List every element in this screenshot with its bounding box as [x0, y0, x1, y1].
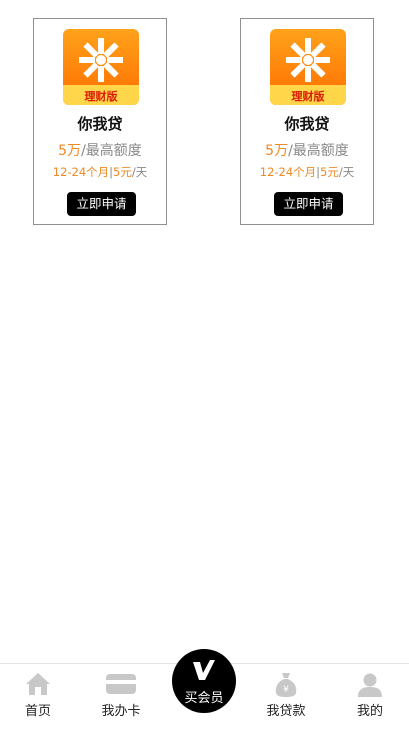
product-card[interactable]: 理财版 你我贷 5万/最高额度 12-24个月|5元/天 立即申请: [33, 18, 167, 225]
amount-label: /最高额度: [81, 143, 142, 159]
max-amount: 5万/最高额度: [241, 140, 373, 160]
tab-mine[interactable]: 我的: [335, 664, 405, 732]
vip-button[interactable]: 买会员: [172, 649, 236, 713]
term-value: 12-24个月: [259, 165, 317, 179]
product-name: 你我贷: [77, 115, 123, 133]
money-bag-icon: ¥: [275, 673, 297, 697]
product-logo: 理财版: [270, 29, 346, 105]
amount-value: 5万: [265, 143, 289, 159]
product-name: 你我贷: [284, 115, 330, 133]
amount-label: /最高额度: [288, 143, 349, 159]
tab-card[interactable]: 我办卡: [86, 664, 156, 732]
vip-label: 买会员: [184, 691, 224, 706]
amount-value: 5万: [58, 143, 82, 159]
tab-home[interactable]: 首页: [3, 664, 73, 732]
term-value: 12-24个月: [52, 165, 110, 179]
tab-loan-label: 我贷款: [266, 704, 306, 719]
loan-terms: 12-24个月|5元/天: [241, 164, 373, 180]
user-icon: [358, 673, 382, 697]
tab-loan[interactable]: ¥ 我贷款: [251, 664, 321, 732]
rate-value: 5元: [113, 165, 132, 179]
tab-mine-label: 我的: [356, 704, 383, 719]
rate-unit: /天: [338, 165, 355, 179]
vip-v-icon: [193, 660, 215, 680]
rate-value: 5元: [320, 165, 339, 179]
apply-button[interactable]: 立即申请: [274, 192, 343, 216]
loan-terms: 12-24个月|5元/天: [34, 164, 166, 180]
max-amount: 5万/最高额度: [34, 140, 166, 160]
apply-button[interactable]: 立即申请: [67, 192, 136, 216]
product-logo: 理财版: [63, 29, 139, 105]
credit-card-icon: [106, 674, 136, 694]
svg-text:¥: ¥: [283, 685, 289, 695]
tab-home-label: 首页: [24, 704, 51, 719]
product-card[interactable]: 理财版 你我贷 5万/最高额度 12-24个月|5元/天 立即申请: [240, 18, 374, 225]
home-icon: [26, 673, 50, 695]
logo-badge-text: 理财版: [84, 90, 118, 103]
tab-card-label: 我办卡: [101, 704, 141, 719]
logo-badge-text: 理财版: [291, 90, 325, 103]
rate-unit: /天: [131, 165, 148, 179]
